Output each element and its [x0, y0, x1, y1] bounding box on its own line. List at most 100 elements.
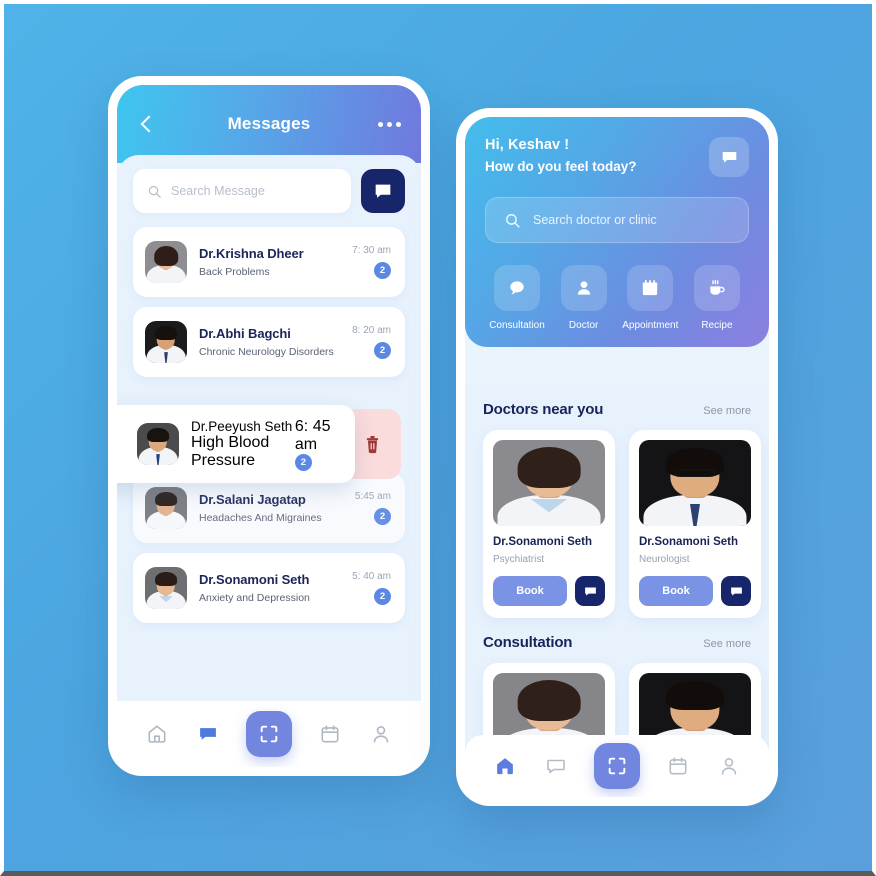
quick-tile	[693, 265, 740, 311]
conversation-name: Dr.Sonamoni Seth	[199, 572, 310, 587]
compose-message-button[interactable]	[361, 169, 405, 213]
nav-scan-button[interactable]	[593, 743, 640, 789]
person-icon	[577, 281, 590, 295]
doctor-name: Dr.Sonamoni Seth	[493, 536, 593, 548]
search-icon	[148, 185, 161, 198]
search-icon	[506, 213, 520, 228]
conversation-subject: Anxiety and Depression	[199, 592, 310, 604]
conversation-row[interactable]: Dr.Krishna Dheer Back Problems 7: 30 am …	[133, 227, 405, 297]
conversation-row[interactable]: Dr.Salani Jagatap Headaches And Migraine…	[133, 473, 405, 543]
avatar	[145, 487, 187, 529]
doctor-specialty: Psychiatrist	[493, 554, 545, 565]
doctors-near-you-list: Dr.Sonamoni Seth Psychiatrist Book Dr.So…	[483, 430, 769, 618]
calendar-icon	[643, 279, 658, 296]
conversation-time: 8: 20 am	[352, 325, 391, 336]
coffee-cup-icon	[710, 279, 725, 295]
quick-action-label: Recipe	[701, 320, 733, 331]
quick-tile	[494, 265, 540, 311]
see-more-link[interactable]: See more	[703, 405, 751, 417]
quick-action-recipe[interactable]: Recipe	[685, 265, 749, 331]
doctor-photo	[493, 440, 605, 526]
doctor-search-placeholder: Search doctor or clinic	[533, 213, 657, 227]
unread-badge: 2	[374, 508, 391, 525]
quick-tile	[560, 265, 607, 311]
conversation-subject: Back Problems	[199, 266, 270, 278]
nav-calendar-icon[interactable]	[665, 753, 691, 779]
nav-calendar-icon[interactable]	[317, 721, 343, 747]
doctor-chat-button[interactable]	[721, 576, 751, 606]
quick-action-label: Consultation	[489, 320, 545, 331]
doctor-card[interactable]: Dr.Sonamoni Seth Psychiatrist Book	[483, 430, 615, 618]
doctor-card[interactable]: Dr.Sonamoni Seth Neurologist Book	[629, 430, 761, 618]
nav-profile-icon[interactable]	[368, 721, 394, 747]
nav-home-icon[interactable]	[144, 721, 170, 747]
doctor-specialty: Neurologist	[639, 554, 690, 565]
messages-header: Messages	[117, 85, 421, 163]
home-icon	[148, 725, 166, 743]
quick-action-label: Appointment	[622, 320, 679, 331]
avatar	[145, 567, 187, 609]
home-bottom-nav	[465, 735, 769, 797]
conversation-subject: High Blood Pressure	[191, 433, 270, 469]
nav-chat-icon[interactable]	[543, 753, 569, 779]
section-header-consultation: Consultation See more	[483, 634, 769, 651]
home-hero: Hi, Keshav ! How do you feel today? Sear…	[465, 117, 769, 347]
unread-badge: 2	[374, 588, 391, 605]
doctor-chat-button[interactable]	[575, 576, 605, 606]
chat-bubble-icon	[722, 151, 736, 163]
quick-action-doctor[interactable]: Doctor	[552, 265, 616, 331]
hero-chat-button[interactable]	[709, 137, 749, 177]
quick-action-consultation[interactable]: Consultation	[485, 265, 549, 331]
section-title: Doctors near you	[483, 401, 604, 418]
chat-bubble-icon	[510, 281, 524, 295]
search-placeholder: Search Message	[171, 184, 265, 198]
messages-screen: Messages Search Message Dr.Krishna Dheer…	[117, 85, 421, 767]
section-title: Consultation	[483, 634, 573, 651]
messages-phone-frame: Messages Search Message Dr.Krishna Dheer…	[108, 76, 430, 776]
scan-icon	[608, 757, 626, 775]
more-horizontal-icon[interactable]	[378, 121, 401, 127]
book-button[interactable]: Book	[639, 576, 713, 606]
doctor-photo	[639, 440, 751, 526]
scan-icon	[260, 725, 278, 743]
greeting-question: How do you feel today?	[485, 159, 637, 174]
quick-action-appointment[interactable]: Appointment	[618, 265, 682, 331]
person-icon	[722, 758, 737, 775]
conversation-time: 6: 45 am	[294, 417, 331, 453]
nav-home-icon[interactable]	[492, 753, 518, 779]
search-input[interactable]: Search Message	[133, 169, 351, 213]
section-header-doctors: Doctors near you See more	[483, 401, 769, 418]
conversation-subject: Headaches And Migraines	[199, 512, 322, 524]
chevron-left-icon[interactable]	[137, 114, 157, 134]
nav-chat-icon[interactable]	[195, 721, 221, 747]
conversation-time: 5: 40 am	[352, 571, 391, 582]
calendar-icon	[321, 725, 339, 743]
unread-badge: 2	[374, 342, 391, 359]
doctor-card-actions: Book	[493, 576, 605, 606]
chat-icon	[199, 728, 216, 740]
chat-bubble-icon	[375, 184, 391, 198]
avatar	[145, 321, 187, 363]
nav-scan-button[interactable]	[245, 711, 292, 757]
quick-actions: Consultation Doctor Appointment Recipe	[485, 265, 749, 331]
messages-body: Search Message Dr.Krishna Dheer Back Pro…	[117, 155, 421, 703]
conversation-row[interactable]: Dr.Abhi Bagchi Chronic Neurology Disorde…	[133, 307, 405, 377]
conversation-row[interactable]: Dr.Peeyush Seth High Blood Pressure 6: 4…	[117, 405, 355, 483]
messages-bottom-nav	[117, 701, 421, 767]
page-title: Messages	[227, 114, 311, 133]
calendar-icon	[669, 757, 687, 775]
trash-icon	[366, 435, 378, 453]
book-button[interactable]: Book	[493, 576, 567, 606]
home-screen: Hi, Keshav ! How do you feel today? Sear…	[465, 117, 769, 797]
nav-profile-icon[interactable]	[716, 753, 742, 779]
conversation-name: Dr.Abhi Bagchi	[199, 326, 291, 341]
conversation-subject: Chronic Neurology Disorders	[199, 346, 334, 358]
doctor-card-actions: Book	[639, 576, 751, 606]
search-row: Search Message	[133, 169, 405, 213]
conversation-row[interactable]: Dr.Sonamoni Seth Anxiety and Depression …	[133, 553, 405, 623]
see-more-link[interactable]: See more	[703, 638, 751, 650]
doctor-search-input[interactable]: Search doctor or clinic	[485, 197, 749, 243]
conversation-time: 7: 30 am	[352, 245, 391, 256]
conversation-name: Dr.Krishna Dheer	[199, 246, 304, 261]
avatar	[145, 241, 187, 283]
